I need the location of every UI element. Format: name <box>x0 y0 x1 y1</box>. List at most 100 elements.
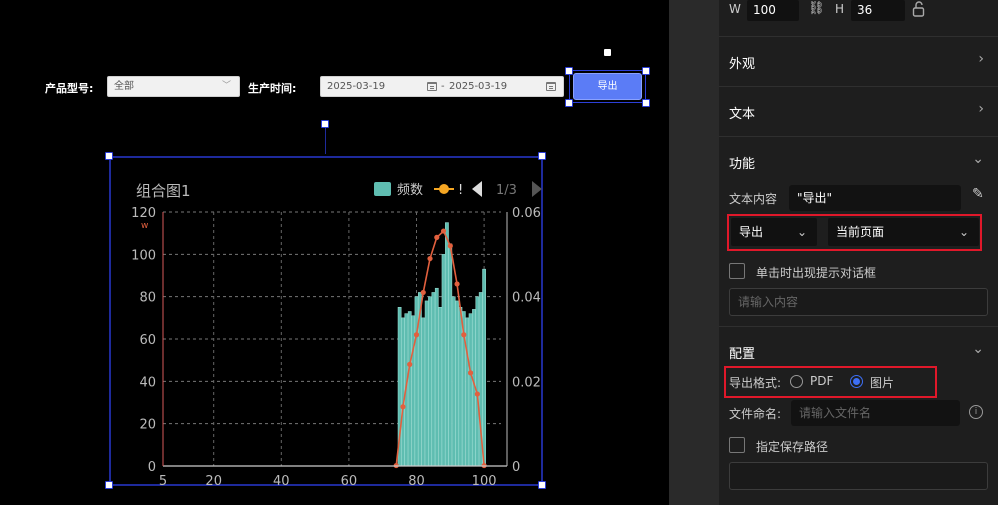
x-tick-label: 5 <box>159 474 167 486</box>
histogram-bar <box>424 300 429 467</box>
y-right-tick-label: 0.02 <box>512 375 541 390</box>
y-left-tick-label: 0 <box>148 460 156 475</box>
height-input[interactable]: 36 <box>851 0 905 21</box>
chevron-right-icon: › <box>978 51 984 67</box>
scope-select[interactable]: 当前页面 ⌄ <box>828 218 979 246</box>
edit-icon[interactable]: ✎ <box>972 186 984 202</box>
histogram-bar <box>448 243 453 467</box>
section-config-title: 配置 <box>729 347 756 362</box>
model-label: 产品型号: <box>45 82 94 95</box>
date-range-picker[interactable]: 2025-03-19 - 2025-03-19 <box>320 76 564 97</box>
format-radio-pdf[interactable] <box>790 375 803 388</box>
canvas-scrollbar-gutter <box>669 0 719 505</box>
histogram-bar <box>431 292 436 467</box>
histogram-bar <box>428 296 432 467</box>
y-right-tick-label: 0.06 <box>512 206 541 221</box>
y-left-tick-label: 60 <box>139 333 156 348</box>
x-tick-label: 60 <box>341 474 358 486</box>
chevron-down-icon: ﹀ <box>221 81 231 91</box>
density-point <box>440 228 447 234</box>
x-tick-label: 80 <box>408 474 425 486</box>
calendar-icon <box>546 82 556 91</box>
y-left-tick-label: 40 <box>139 375 156 390</box>
save-path-label: 指定保存路径 <box>756 440 829 454</box>
histogram-bar <box>407 311 412 467</box>
resize-handle[interactable] <box>565 99 573 107</box>
histogram-bar <box>455 300 459 467</box>
model-select[interactable]: 全部 ﹀ <box>107 76 240 97</box>
section-appearance[interactable]: 外观 › <box>719 36 998 86</box>
width-label: W <box>729 2 741 16</box>
y-left-tick-label: 20 <box>139 418 156 433</box>
height-label: H <box>835 2 845 16</box>
date-start: 2025-03-19 <box>327 81 386 92</box>
density-point <box>474 391 480 397</box>
action-select[interactable]: 导出 ⌄ <box>731 218 817 246</box>
resize-handle[interactable] <box>565 67 573 75</box>
confirm-dialog-label: 单击时出现提示对话框 <box>756 266 877 280</box>
histogram-bar <box>438 307 443 467</box>
section-text[interactable]: 文本 › <box>719 86 998 136</box>
resize-handle[interactable] <box>642 99 650 107</box>
format-option-pdf: PDF <box>810 374 834 388</box>
rotate-connector <box>325 124 326 154</box>
filename-input[interactable]: 请输入文件名 <box>791 400 960 426</box>
y-right-tick-label: 0.04 <box>512 291 541 306</box>
save-path-input[interactable] <box>729 462 988 490</box>
chart-title: 组合图1 <box>136 182 191 200</box>
histogram-bar <box>414 296 419 467</box>
x-tick-label: 100 <box>472 474 497 486</box>
rotate-handle[interactable] <box>321 120 329 128</box>
design-canvas[interactable]: 产品型号: 全部 ﹀ 生产时间: 2025-03-19 - 2025-03-19… <box>0 0 669 505</box>
confirm-dialog-checkbox[interactable] <box>729 263 745 279</box>
section-text-title: 文本 <box>729 107 756 122</box>
info-icon[interactable]: i <box>969 405 983 419</box>
date-separator: - <box>441 81 445 92</box>
confirm-message-input[interactable]: 请输入内容 <box>729 288 988 316</box>
histogram-bar <box>401 317 405 467</box>
legend-item-line: ! <box>458 183 463 198</box>
y-left-tick-label: 120 <box>131 206 156 221</box>
legend-swatch-bar <box>374 182 391 196</box>
format-label: 导出格式: <box>729 376 782 390</box>
chevron-right-icon: › <box>978 101 984 117</box>
section-function-title: 功能 <box>729 157 756 172</box>
model-select-value: 全部 <box>114 81 134 92</box>
save-path-checkbox[interactable] <box>729 437 745 453</box>
density-point <box>434 234 440 240</box>
histogram-bar <box>458 307 463 467</box>
density-point <box>400 404 406 410</box>
legend-swatch-line-marker <box>439 184 449 194</box>
histogram-bar <box>465 317 470 467</box>
histogram-bar <box>482 268 486 467</box>
histogram-bar <box>468 313 473 467</box>
chevron-down-icon: ⌄ <box>972 341 984 357</box>
resize-handle[interactable] <box>642 67 650 75</box>
width-input[interactable]: 100 <box>747 0 799 21</box>
histogram-bar <box>445 222 449 467</box>
histogram-bar <box>451 296 456 467</box>
histogram-bar <box>475 296 480 467</box>
density-point <box>413 332 420 338</box>
export-button[interactable]: 导出 <box>573 73 642 100</box>
rotate-handle[interactable] <box>604 49 611 56</box>
density-point <box>467 370 474 376</box>
legend-prev-icon[interactable] <box>472 181 482 197</box>
y-right-tick-label: 0 <box>512 460 520 475</box>
density-point <box>454 281 460 287</box>
x-tick-label: 20 <box>205 474 222 486</box>
y-left-tick-label: 80 <box>139 291 156 306</box>
text-content-input[interactable]: "导出" <box>789 185 961 211</box>
histogram-bar <box>411 315 415 467</box>
density-point <box>420 289 426 296</box>
legend-next-icon[interactable] <box>532 181 542 197</box>
section-function[interactable]: 功能 ⌄ <box>719 136 998 186</box>
link-icon[interactable]: ⛓ <box>808 1 825 16</box>
unlock-icon[interactable] <box>912 1 925 17</box>
text-content-label: 文本内容 <box>729 192 778 206</box>
chevron-down-icon: ⌄ <box>796 225 807 239</box>
combo-chart[interactable]: 5 20 40 60 80 100 0 20 40 60 80 100 120 0 0.02 0.04 0.06… <box>109 156 543 486</box>
y-left-tick-label: 100 <box>131 248 156 263</box>
histogram-bar <box>441 254 446 467</box>
format-radio-image[interactable] <box>850 375 863 388</box>
